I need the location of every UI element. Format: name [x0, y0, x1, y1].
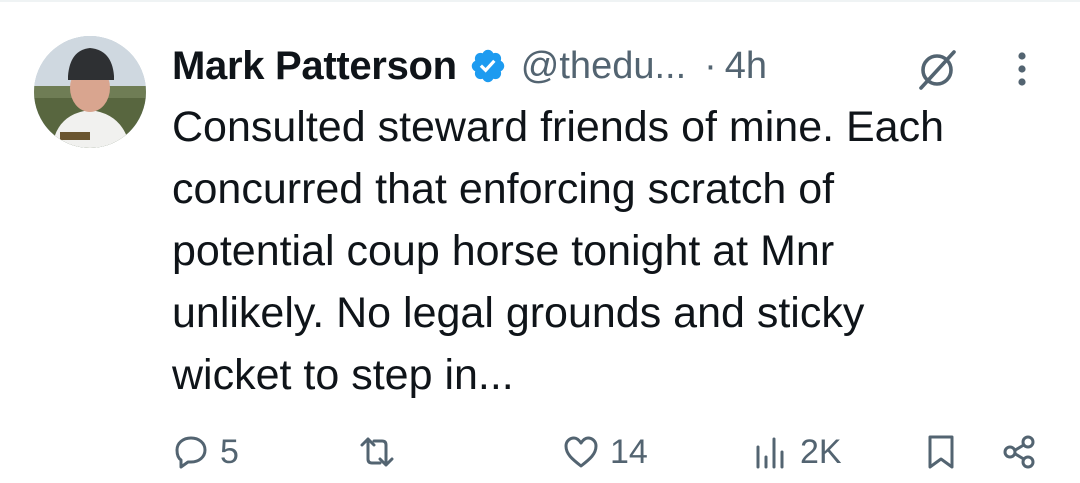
- avatar[interactable]: [34, 36, 146, 148]
- views-icon: [756, 437, 784, 469]
- like-icon: [564, 436, 598, 468]
- author-handle[interactable]: @thedu...: [521, 45, 686, 88]
- author-name[interactable]: Mark Patterson: [172, 44, 457, 89]
- bookmark-icon: [928, 435, 954, 469]
- bookmark-button[interactable]: [922, 422, 960, 482]
- reply-icon: [175, 436, 207, 469]
- share-icon: [1003, 435, 1035, 469]
- avatar-image: [34, 36, 146, 148]
- views-button[interactable]: 2K: [752, 422, 842, 482]
- tweet-text: Consulted steward friends of mine. Each …: [172, 103, 945, 399]
- views-count: 2K: [800, 432, 842, 471]
- share-button[interactable]: [1000, 422, 1038, 482]
- repost-icon: [360, 437, 394, 467]
- reply-button[interactable]: 5: [172, 422, 239, 482]
- reply-count: 5: [220, 432, 239, 471]
- like-count: 14: [610, 432, 648, 471]
- top-divider: [0, 0, 1080, 2]
- tweet-header: Mark Patterson @thedu... · 4h: [172, 36, 767, 96]
- repost-button[interactable]: [358, 422, 406, 482]
- more-icon[interactable]: [1005, 44, 1039, 94]
- grok-icon[interactable]: [912, 44, 962, 94]
- timestamp[interactable]: 4h: [725, 45, 767, 88]
- action-bar: 5 14 2K: [0, 422, 1080, 482]
- separator-dot: ·: [704, 44, 717, 87]
- verified-badge-icon: [471, 49, 505, 83]
- like-button[interactable]: 14: [562, 422, 648, 482]
